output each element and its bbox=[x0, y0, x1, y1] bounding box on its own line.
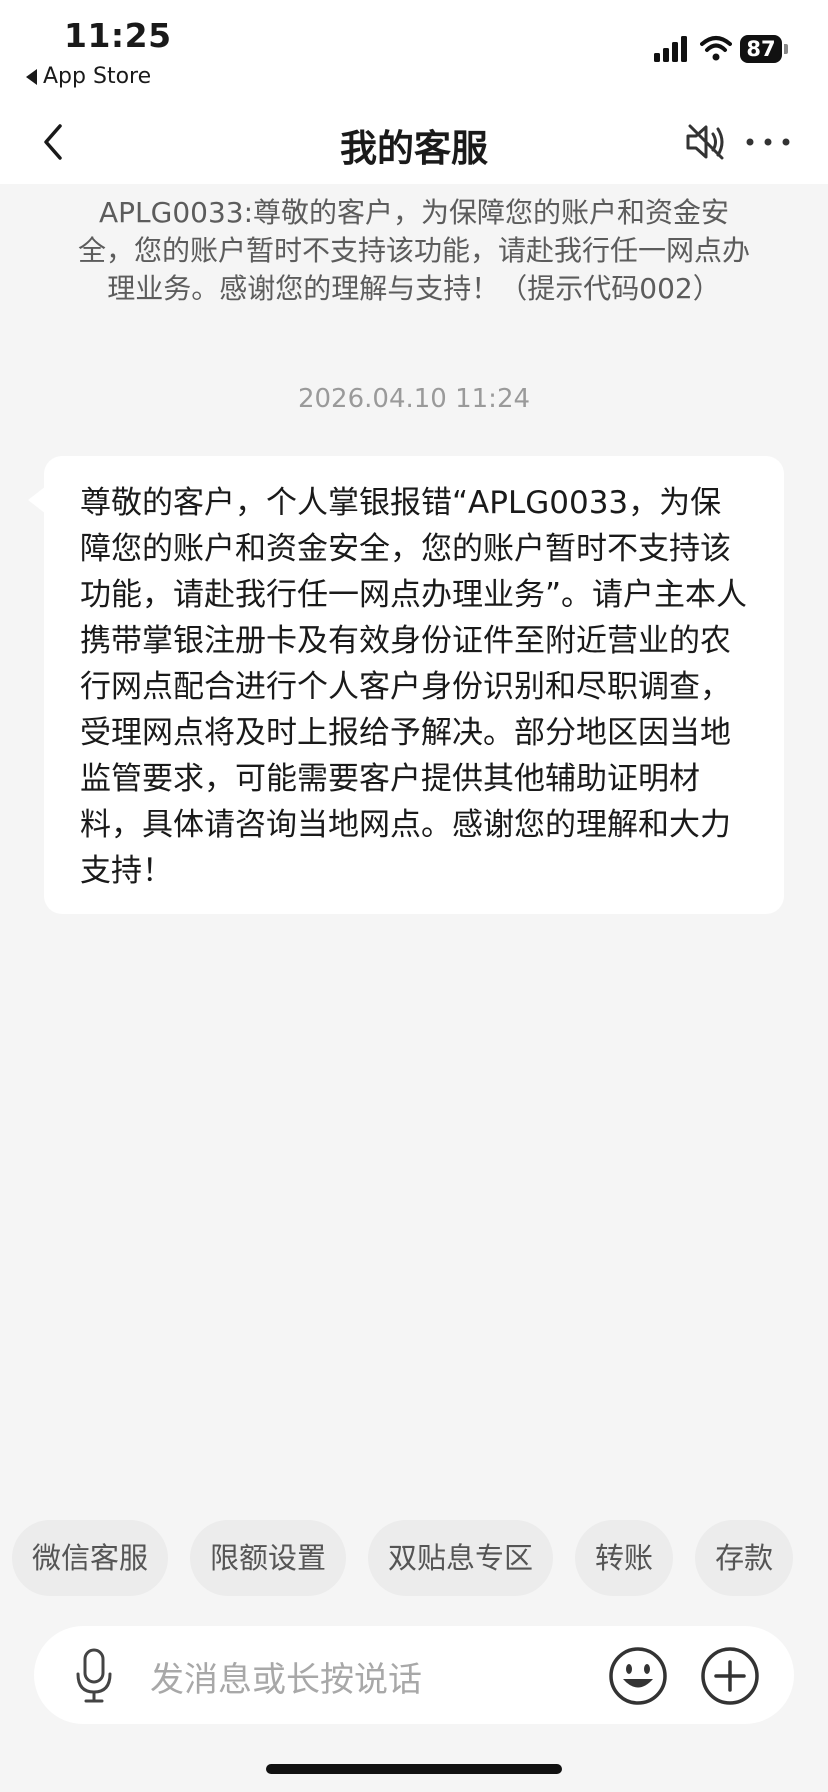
cellular-signal-icon bbox=[654, 36, 687, 62]
nav-bar: 我的客服 bbox=[0, 100, 828, 184]
emoji-icon[interactable] bbox=[608, 1646, 668, 1706]
system-notice-message: APLG0033:尊敬的客户，为保障您的账户和资金安全，您的账户暂时不支持该功能… bbox=[78, 196, 751, 305]
back-app-label: App Store bbox=[43, 64, 152, 89]
chip-subsidy-zone[interactable]: 双贴息专区 bbox=[368, 1520, 554, 1596]
battery-tip bbox=[784, 44, 788, 54]
battery-level: 87 bbox=[740, 35, 782, 63]
quick-chips-bar: 微信客服 限额设置 双贴息专区 转账 存款 bbox=[12, 1520, 794, 1596]
microphone-icon[interactable] bbox=[74, 1648, 114, 1704]
message-input[interactable]: 发消息或长按说话 bbox=[150, 1652, 422, 1701]
message-timestamp: 2026.04.10 11:24 bbox=[297, 384, 531, 414]
service-reply-bubble: 尊敬的客户，个人掌银报错“APLG0033，为保障您的账户和资金安全，您的账户暂… bbox=[44, 456, 784, 914]
chip-wechat-service[interactable]: 微信客服 bbox=[12, 1520, 169, 1596]
more-dots-icon[interactable] bbox=[744, 132, 792, 152]
chip-deposit[interactable]: 存款 bbox=[695, 1520, 794, 1596]
wifi-icon bbox=[700, 36, 732, 61]
plus-icon[interactable] bbox=[700, 1646, 760, 1706]
battery-indicator: 87 bbox=[740, 35, 788, 63]
back-triangle-icon bbox=[26, 68, 37, 85]
chip-limit-settings[interactable]: 限额设置 bbox=[190, 1520, 347, 1596]
back-to-app-store[interactable]: App Store bbox=[26, 64, 151, 89]
status-bar: 11:25 App Store 87 bbox=[0, 0, 828, 100]
status-time: 11:25 bbox=[64, 16, 172, 55]
message-input-bar: 发消息或长按说话 bbox=[34, 1626, 794, 1724]
mute-speaker-icon[interactable] bbox=[684, 120, 728, 164]
chip-transfer[interactable]: 转账 bbox=[575, 1520, 674, 1596]
home-indicator[interactable] bbox=[266, 1764, 562, 1774]
